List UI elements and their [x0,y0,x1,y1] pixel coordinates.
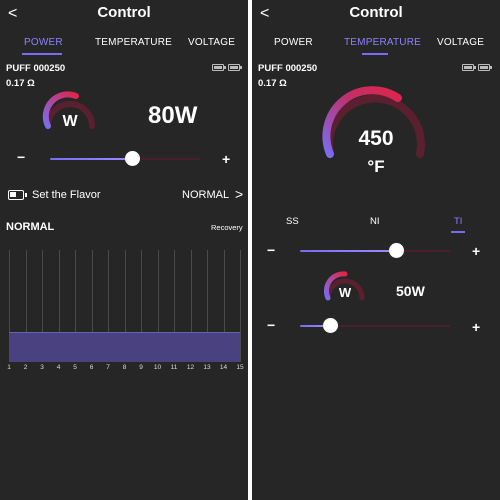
device-name: PUFF 000250 [6,63,66,74]
tab-temperature[interactable]: TEMPERATURE [95,37,172,48]
coil-resistance: 0.17 Ω [258,78,287,89]
tab-power[interactable]: POWER [274,37,313,48]
power-value: 80W [148,102,198,129]
x-tick-label: 12 [186,364,195,371]
set-flavor-label[interactable]: Set the Flavor [32,189,100,201]
curve-bar-2[interactable] [17,331,34,362]
power-slider-knob[interactable] [322,318,338,333]
curve-bar-1[interactable] [9,331,18,362]
battery-icon [478,64,492,71]
power-value: 50W [396,283,425,299]
mode-tabs: POWER TEMPERATURE VOLTAGE [0,37,248,57]
curve-bar-12[interactable] [182,331,199,362]
material-ni[interactable]: NI [370,216,380,227]
recovery-button[interactable]: Recovery [211,223,243,232]
power-slider-fill [50,158,133,160]
grid-line [240,250,241,362]
temperature-value: 450 [358,127,394,150]
curve-bar-15[interactable] [231,331,240,362]
x-tick-label: 7 [106,364,110,371]
page-title: Control [97,4,151,21]
power-slider-knob[interactable] [125,151,140,166]
tab-voltage[interactable]: VOLTAGE [188,37,235,48]
increase-power-button[interactable]: + [472,320,480,334]
curve-bar-9[interactable] [132,331,150,362]
x-tick-label: 3 [40,364,44,371]
temperature-slider-fill [300,250,396,252]
temperature-gauge [322,86,425,158]
x-tick-label: 14 [219,364,228,371]
material-ti[interactable]: TI [454,216,462,227]
gauge-unit-label: W [62,113,78,130]
tab-temperature[interactable]: TEMPERATURE [344,37,421,48]
battery-icon [212,64,226,71]
x-tick-label: 11 [170,364,178,371]
decrease-temperature-button[interactable]: − [267,243,275,257]
x-tick-label: 15 [236,364,244,371]
curve-bar-14[interactable] [215,331,232,362]
active-tab-indicator [362,53,388,55]
tab-power[interactable]: POWER [24,37,63,48]
mode-tabs: POWER TEMPERATURE VOLTAGE [252,37,500,57]
gauge-unit-label: W [338,285,352,300]
active-tab-indicator [22,53,62,55]
curve-bar-3[interactable] [33,331,51,362]
decrease-power-button[interactable]: − [17,150,25,164]
x-tick-label: 5 [73,364,77,371]
curve-bar-8[interactable] [116,331,133,362]
increase-power-button[interactable]: + [222,152,230,166]
coil-resistance: 0.17 Ω [6,78,35,89]
battery-icon [228,64,242,71]
x-tick-label: 8 [122,364,127,371]
temperature-panel: < Control POWER TEMPERATURE VOLTAGE PUFF… [252,0,500,500]
power-curve-chart[interactable] [9,250,241,362]
battery-icon [462,64,476,71]
device-name: PUFF 000250 [258,63,318,74]
x-tick-label: 2 [23,364,28,371]
curve-bar-4[interactable] [50,331,67,362]
x-tick-label: 13 [203,364,211,371]
tab-voltage[interactable]: VOLTAGE [437,37,484,48]
curve-bar-7[interactable] [99,331,117,362]
x-tick-label: 9 [139,364,143,371]
curve-title: NORMAL [6,221,55,233]
curve-bar-13[interactable] [198,331,216,362]
flavor-value[interactable]: NORMAL [182,189,229,201]
x-tick-label: 4 [56,364,61,371]
material-underline [451,231,465,233]
temperature-unit: °F [367,157,385,176]
chevron-right-icon[interactable]: > [235,186,243,202]
battery-flavor-icon [8,190,27,200]
decrease-power-button[interactable]: − [267,318,275,332]
curve-bar-11[interactable] [165,331,183,362]
curve-bar-6[interactable] [83,331,100,362]
material-ss[interactable]: SS [286,216,299,227]
temperature-slider-knob[interactable] [388,243,404,258]
increase-temperature-button[interactable]: + [472,244,480,258]
x-tick-label: 10 [153,364,162,371]
curve-bar-5[interactable] [66,331,84,362]
curve-bar-10[interactable] [149,331,166,362]
x-tick-label: 6 [89,364,94,371]
power-panel: < Control POWER TEMPERATURE VOLTAGE PUFF… [0,0,248,500]
page-title: Control [349,4,403,21]
x-tick-label: 1 [7,364,11,371]
